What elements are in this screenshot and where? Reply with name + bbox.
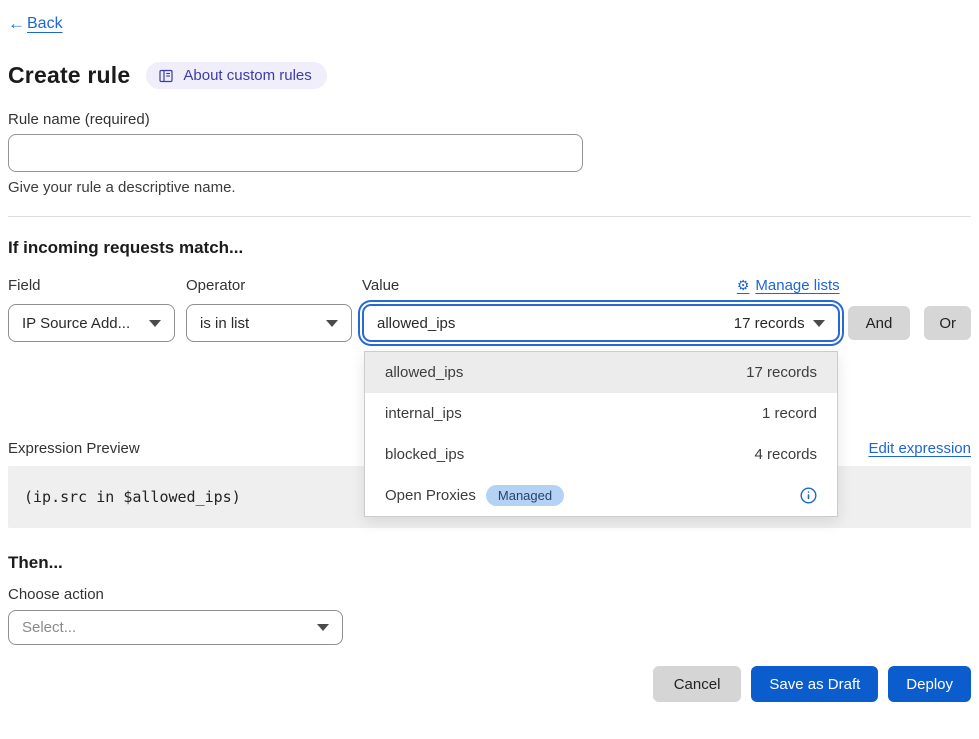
deploy-button[interactable]: Deploy [888, 666, 971, 702]
edit-expression-link[interactable]: Edit expression [868, 440, 971, 457]
chevron-down-icon [149, 320, 161, 327]
list-dropdown-panel: allowed_ips 17 records internal_ips 1 re… [364, 351, 838, 517]
list-item-name: blocked_ips [385, 446, 464, 463]
and-button[interactable]: And [848, 306, 911, 340]
footer-actions: Cancel Save as Draft Deploy [8, 666, 971, 702]
info-icon[interactable] [800, 487, 817, 504]
create-rule-page: ←Back Create rule About custom rules Rul… [0, 0, 979, 702]
list-item-record-count: 1 record [762, 405, 817, 422]
about-badge-label: About custom rules [183, 67, 311, 84]
chevron-down-icon [813, 320, 825, 327]
field-select[interactable]: IP Source Add... [8, 304, 175, 342]
back-link-label: Back [27, 15, 63, 33]
list-item-name: Open Proxies [385, 487, 476, 504]
manage-lists-label: Manage lists [755, 277, 839, 294]
list-item-record-count: 4 records [754, 446, 817, 463]
page-title: Create rule [8, 62, 130, 89]
action-select[interactable]: Select... [8, 610, 343, 645]
rule-name-input[interactable] [8, 134, 583, 172]
title-row: Create rule About custom rules [8, 62, 971, 89]
list-item-allowed-ips[interactable]: allowed_ips 17 records [365, 352, 837, 393]
book-icon [158, 68, 174, 84]
chevron-down-icon [326, 320, 338, 327]
managed-badge: Managed [486, 485, 564, 506]
operator-select[interactable]: is in list [186, 304, 352, 342]
back-arrow-icon: ← [8, 14, 25, 34]
list-item-record-count: 17 records [746, 364, 817, 381]
value-select-record-count: 17 records [734, 315, 805, 332]
choose-action-label: Choose action [8, 586, 971, 603]
list-item-internal-ips[interactable]: internal_ips 1 record [365, 393, 837, 434]
condition-row: Field IP Source Add... Operator is in li… [8, 277, 971, 342]
list-item-name: internal_ips [385, 405, 462, 422]
about-custom-rules-link[interactable]: About custom rules [146, 62, 326, 89]
chevron-down-icon [317, 624, 329, 631]
rule-name-helper-text: Give your rule a descriptive name. [8, 179, 971, 196]
cancel-button[interactable]: Cancel [653, 666, 742, 702]
back-link[interactable]: ←Back [8, 14, 63, 34]
field-label: Field [8, 277, 175, 304]
then-section-heading: Then... [8, 553, 971, 573]
save-as-draft-button[interactable]: Save as Draft [751, 666, 878, 702]
field-select-value: IP Source Add... [22, 315, 130, 332]
value-select[interactable]: allowed_ips 17 records [362, 304, 840, 342]
value-select-selected: allowed_ips [377, 315, 455, 332]
match-section-heading: If incoming requests match... [8, 238, 971, 258]
section-divider [8, 216, 971, 217]
action-select-placeholder: Select... [22, 619, 76, 636]
list-item-blocked-ips[interactable]: blocked_ips 4 records [365, 434, 837, 475]
expression-preview-label: Expression Preview [8, 440, 140, 457]
value-label: Value [362, 277, 399, 304]
gear-icon: ⚙ [737, 277, 750, 294]
list-item-name: allowed_ips [385, 364, 463, 381]
list-item-open-proxies[interactable]: Open Proxies Managed [365, 475, 837, 516]
or-button[interactable]: Or [924, 306, 971, 340]
manage-lists-link[interactable]: ⚙ Manage lists [737, 277, 840, 294]
rule-name-label: Rule name (required) [8, 111, 971, 128]
operator-select-value: is in list [200, 315, 249, 332]
operator-label: Operator [186, 277, 352, 304]
